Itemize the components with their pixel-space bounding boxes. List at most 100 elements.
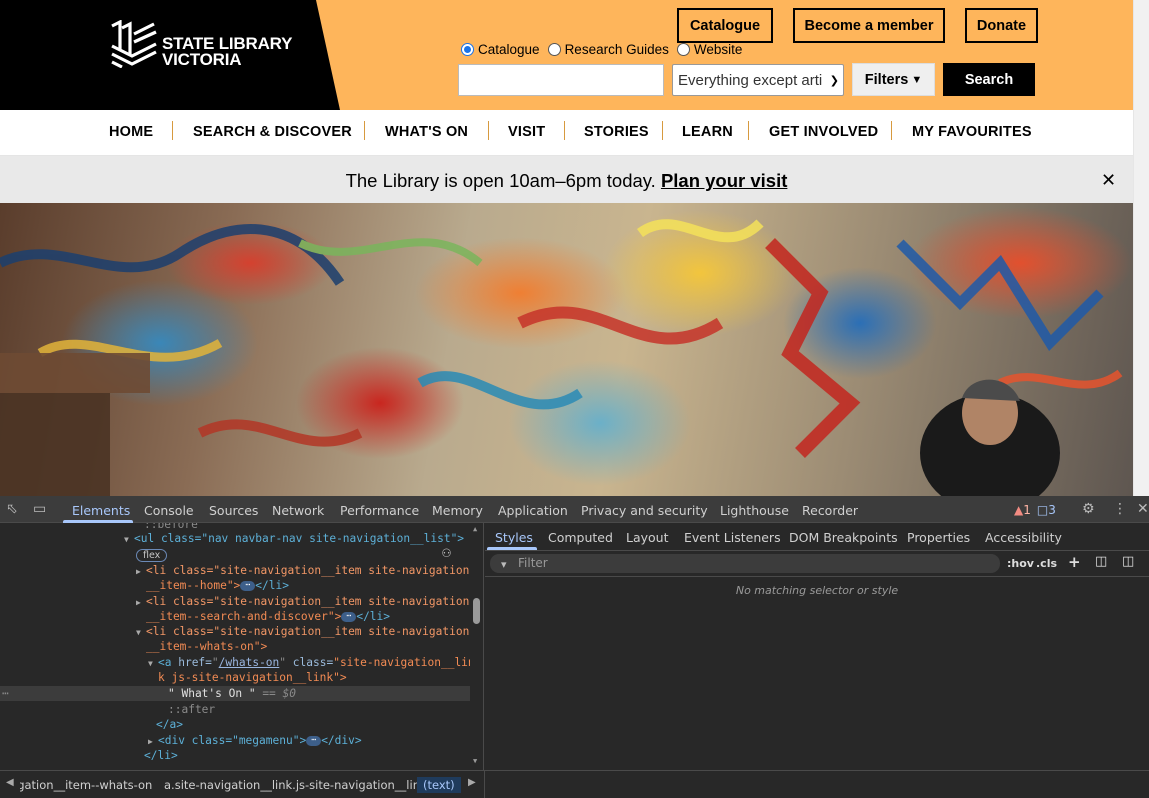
scroll-up-icon[interactable]: ▲ (473, 525, 477, 533)
a-href-value[interactable]: /whats-on (219, 656, 280, 669)
dom-text-node[interactable]: " What's On " == $0 (168, 686, 296, 701)
dom-li-search[interactable]: ▶ <li class="site-navigation__item site-n… (136, 594, 469, 609)
filter-icon: ▾ (501, 558, 507, 571)
notice-message: The Library is open 10am–6pm today. (345, 170, 656, 191)
more-options-icon[interactable]: ⋮ (1113, 501, 1127, 517)
radio-dot[interactable] (676, 43, 690, 56)
radio-research-guides[interactable]: Research Guides (547, 42, 669, 57)
page-scrollbar[interactable] (1133, 0, 1149, 496)
paint-format-icon[interactable]: ◫ (1095, 554, 1107, 569)
nav-item-my-favourites[interactable]: MY FAVOURITES (912, 124, 1032, 140)
logo-block[interactable]: STATE LIBRARY VICTORIA (0, 0, 340, 110)
dom-a-link[interactable]: ▼ <a href="/whats-on" class="site-navigat… (148, 655, 475, 670)
nav-item-search-discover[interactable]: SEARCH & DISCOVER (193, 124, 352, 140)
dom-li-close[interactable]: </li> (144, 748, 178, 763)
accessibility-tree-icon[interactable]: ⚇ (442, 543, 451, 561)
radio-dot[interactable] (547, 43, 561, 56)
tab-properties[interactable]: Properties (907, 530, 970, 545)
warning-count[interactable]: ▲1 (1014, 503, 1031, 517)
radio-website[interactable]: Website (676, 42, 742, 57)
breadcrumb-right-icon[interactable]: ▶ (468, 777, 476, 788)
nav-item-visit[interactable]: VISIT (508, 124, 545, 140)
donate-button[interactable]: Donate (965, 8, 1038, 43)
tab-styles[interactable]: Styles (495, 530, 533, 545)
nav-item-home[interactable]: HOME (109, 124, 153, 140)
ellipsis-badge[interactable]: ⋯ (306, 736, 322, 746)
issue-badges[interactable]: ▲1 □3 (1014, 503, 1056, 517)
breadcrumb-text[interactable]: (text) (417, 777, 461, 793)
dom-tree-scrollbar[interactable]: ▲ ▼ (470, 523, 483, 770)
scrollbar-thumb[interactable] (473, 598, 480, 624)
expand-triangle-icon[interactable]: ▶ (136, 564, 146, 579)
breadcrumb-clip: igation__item--whats-on (20, 771, 156, 798)
styles-filter-divider (485, 576, 1149, 577)
nav-separator (748, 121, 749, 140)
settings-gear-icon[interactable]: ⚙ (1082, 501, 1095, 517)
nav-separator (891, 121, 892, 140)
li-close-home: </li> (255, 579, 289, 592)
filters-button[interactable]: Filters ▼ (852, 63, 935, 96)
expand-triangle-icon[interactable]: ▶ (136, 595, 146, 610)
toggle-sidebar-icon[interactable]: ◫ (1122, 554, 1134, 569)
collapse-triangle-icon[interactable]: ▼ (148, 656, 158, 671)
tab-event-listeners[interactable]: Event Listeners (684, 530, 781, 545)
message-count[interactable]: □3 (1037, 503, 1056, 517)
tab-sources[interactable]: Sources (209, 503, 258, 518)
breadcrumb-left-icon[interactable]: ◀ (6, 777, 14, 788)
new-style-rule-icon[interactable]: + (1068, 553, 1081, 571)
tab-recorder[interactable]: Recorder (802, 503, 858, 518)
flex-badge[interactable]: flex (136, 549, 168, 562)
li-search-line2: __item--search-and-discover"> (146, 610, 342, 623)
search-input[interactable] (458, 64, 664, 96)
dom-ul-nav[interactable]: ▼ <ul class="nav navbar-nav site-navigati… (124, 531, 464, 546)
tab-privacy-security[interactable]: Privacy and security (581, 503, 708, 518)
tab-computed[interactable]: Computed (548, 530, 613, 545)
tab-performance[interactable]: Performance (340, 503, 419, 518)
tab-console[interactable]: Console (144, 503, 194, 518)
inspect-element-icon[interactable]: ⬁ (6, 501, 18, 517)
close-devtools-icon[interactable]: ✕ (1137, 501, 1149, 517)
close-icon[interactable]: ✕ (1101, 170, 1116, 191)
search-button[interactable]: Search (943, 63, 1035, 96)
tab-application[interactable]: Application (498, 503, 568, 518)
ellipsis-badge[interactable]: ⋯ (240, 581, 256, 591)
tab-lighthouse[interactable]: Lighthouse (720, 503, 789, 518)
radio-catalogue[interactable]: Catalogue (461, 42, 540, 57)
breadcrumb-a[interactable]: a.site-navigation__link.js-site-navigati… (164, 778, 427, 792)
collapse-triangle-icon[interactable]: ▼ (136, 625, 146, 640)
dom-pseudo-after[interactable]: ::after (168, 702, 215, 717)
li-close-search: </li> (356, 610, 391, 623)
tab-elements[interactable]: Elements (72, 503, 130, 518)
dom-more-icon[interactable]: ⋯ (2, 686, 9, 701)
collapse-triangle-icon[interactable]: ▼ (124, 532, 134, 547)
become-member-button[interactable]: Become a member (793, 8, 945, 43)
plan-visit-link[interactable]: Plan your visit (661, 170, 787, 191)
styles-filter-input[interactable]: Filter (490, 554, 1000, 573)
tab-accessibility[interactable]: Accessibility (985, 530, 1062, 545)
nav-item-stories[interactable]: STORIES (584, 124, 649, 140)
tab-memory[interactable]: Memory (432, 503, 483, 518)
scroll-down-icon[interactable]: ▼ (473, 757, 477, 765)
hov-toggle[interactable]: :hov (1007, 557, 1034, 570)
nav-item-whats-on[interactable]: WHAT'S ON (385, 124, 468, 140)
search-type-select[interactable]: Everything except arti ❯ (672, 64, 844, 96)
dom-li-whats-on[interactable]: ▼ <li class="site-navigation__item site-n… (136, 624, 469, 639)
device-toolbar-icon[interactable]: ▭ (33, 501, 46, 517)
tab-network[interactable]: Network (272, 503, 324, 518)
nav-separator (364, 121, 365, 140)
tab-dom-breakpoints[interactable]: DOM Breakpoints (789, 530, 898, 545)
dom-li-home[interactable]: ▶ <li class="site-navigation__item site-n… (136, 563, 469, 578)
catalogue-button[interactable]: Catalogue (677, 8, 773, 43)
expand-triangle-icon[interactable]: ▶ (148, 734, 158, 749)
li-search-line1: <li class="site-navigation__item site-na… (146, 595, 470, 608)
ellipsis-badge[interactable]: ⋯ (341, 612, 357, 622)
radio-dot-selected[interactable] (461, 43, 474, 56)
styles-tab-divider (485, 550, 1149, 551)
dom-div-megamenu[interactable]: ▶ <div class="megamenu"> ⋯ </div> (148, 733, 362, 748)
nav-item-get-involved[interactable]: GET INVOLVED (769, 124, 878, 140)
breadcrumb-li[interactable]: igation__item--whats-on (20, 778, 152, 792)
tab-layout[interactable]: Layout (626, 530, 669, 545)
dom-a-close[interactable]: </a> (156, 717, 183, 732)
cls-toggle[interactable]: .cls (1036, 557, 1057, 570)
nav-item-learn[interactable]: LEARN (682, 124, 733, 140)
